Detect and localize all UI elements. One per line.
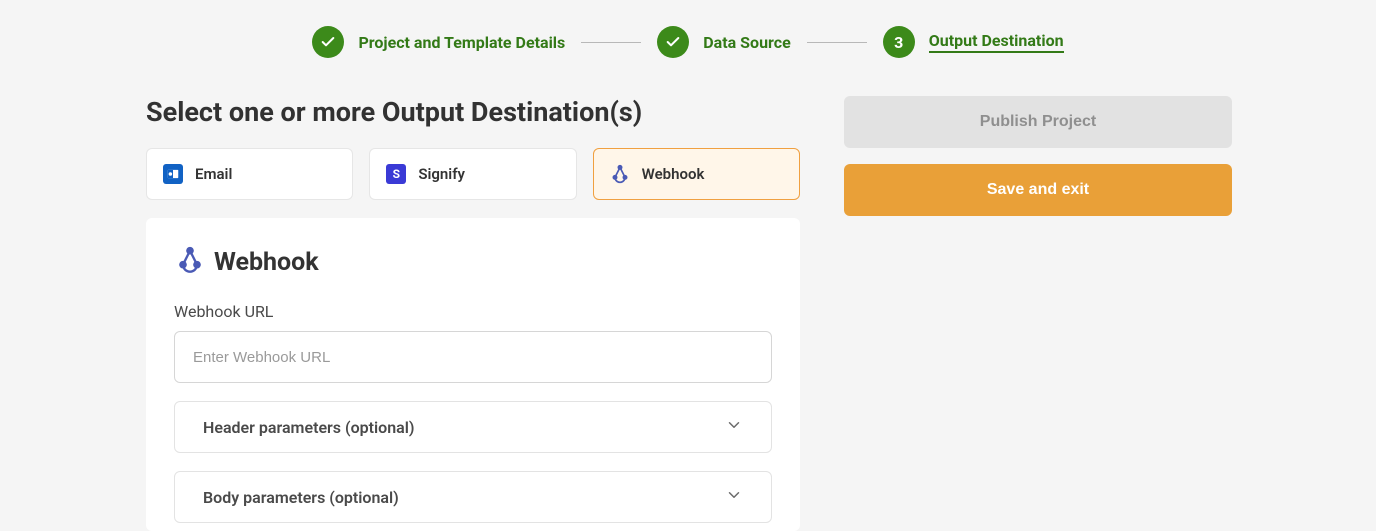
webhook-icon: [610, 164, 630, 184]
panel-header: Webhook: [176, 246, 772, 278]
webhook-icon: [176, 246, 204, 278]
step-data-source[interactable]: Data Source: [657, 26, 790, 58]
signify-icon: S: [386, 164, 406, 184]
destination-card-webhook[interactable]: Webhook: [593, 148, 800, 200]
save-and-exit-button[interactable]: Save and exit: [844, 164, 1232, 216]
destination-card-row: Email S Signify Webhook: [146, 148, 800, 200]
destination-label: Signify: [418, 165, 465, 183]
destination-label: Webhook: [642, 165, 705, 183]
page-title: Select one or more Output Destination(s): [146, 96, 800, 128]
check-icon: [312, 26, 344, 58]
publish-project-button[interactable]: Publish Project: [844, 96, 1232, 148]
step-divider: [581, 42, 641, 43]
check-icon: [657, 26, 689, 58]
panel-title: Webhook: [214, 248, 319, 277]
accordion-label: Header parameters (optional): [203, 418, 415, 437]
step-label: Output Destination: [929, 31, 1064, 53]
outlook-icon: [163, 164, 183, 184]
chevron-down-icon: [725, 416, 743, 438]
step-output-destination[interactable]: 3 Output Destination: [883, 26, 1064, 58]
destination-card-email[interactable]: Email: [146, 148, 353, 200]
webhook-url-input[interactable]: [174, 331, 772, 383]
destination-card-signify[interactable]: S Signify: [369, 148, 576, 200]
header-params-accordion[interactable]: Header parameters (optional): [174, 401, 772, 453]
destination-label: Email: [195, 165, 232, 183]
accordion-label: Body parameters (optional): [203, 488, 399, 507]
step-label: Data Source: [703, 33, 790, 52]
body-params-accordion[interactable]: Body parameters (optional): [174, 471, 772, 523]
webhook-panel: Webhook Webhook URL Header parameters (o…: [146, 218, 800, 531]
step-number-icon: 3: [883, 26, 915, 58]
webhook-url-label: Webhook URL: [174, 302, 772, 321]
chevron-down-icon: [725, 486, 743, 508]
step-project-template[interactable]: Project and Template Details: [312, 26, 565, 58]
step-divider: [807, 42, 867, 43]
stepper: Project and Template Details Data Source…: [0, 0, 1376, 96]
step-label: Project and Template Details: [358, 33, 565, 52]
